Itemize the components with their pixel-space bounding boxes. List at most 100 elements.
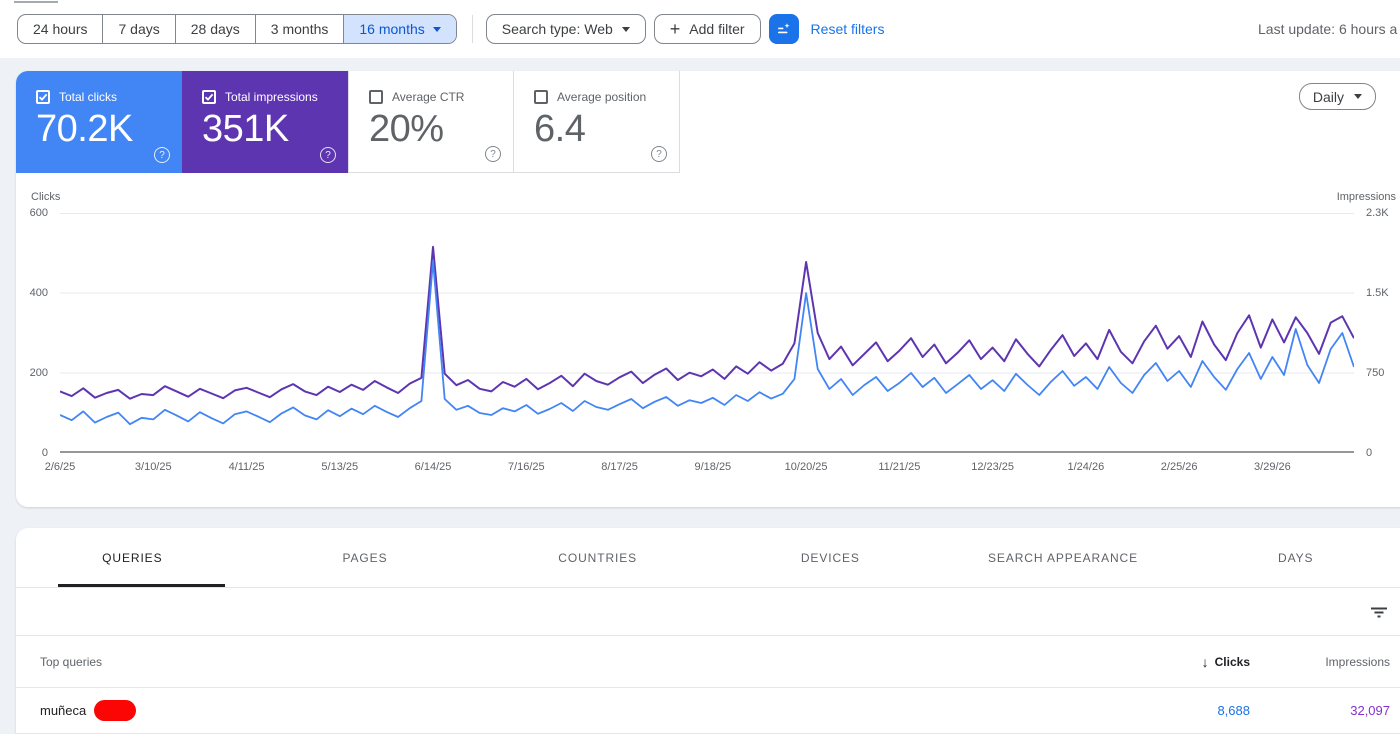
date-range-label: 3 months: [271, 21, 329, 37]
y-axis-tick: 600: [30, 207, 48, 219]
y-axis-tick: 400: [30, 287, 48, 299]
metric-value: 20%: [369, 108, 501, 151]
dimensions-panel: QUERIES PAGES COUNTRIES DEVICES SEARCH A…: [16, 528, 1400, 734]
reset-filters-button[interactable]: Reset filters: [811, 21, 885, 37]
x-axis-tick: 6/14/25: [415, 461, 452, 473]
column-header-clicks[interactable]: ↓ Clicks: [1130, 654, 1250, 670]
left-axis-title: Clicks: [31, 191, 60, 203]
average-position-card[interactable]: Average position 6.4 ?: [514, 71, 680, 173]
y-axis-tick: 750: [1366, 367, 1384, 379]
chart-lines: [60, 213, 1354, 453]
y-axis-tick: 2.3K: [1366, 207, 1389, 219]
column-header-queries[interactable]: Top queries: [40, 655, 1130, 669]
metric-label: Average CTR: [392, 90, 464, 104]
filters-toolbar: 24 hours 7 days 28 days 3 months 16 mont…: [0, 0, 1400, 58]
sort-descending-icon: ↓: [1202, 654, 1209, 670]
x-axis-tick: 5/13/25: [321, 461, 358, 473]
scrolled-content-remnant: [14, 1, 58, 3]
x-axis-tick: 2/25/26: [1161, 461, 1198, 473]
y-axis-tick: 0: [42, 447, 48, 459]
granularity-label: Daily: [1313, 89, 1344, 105]
tab-pages[interactable]: PAGES: [249, 528, 482, 587]
y-axis-tick: 1.5K: [1366, 287, 1389, 299]
total-impressions-card[interactable]: Total impressions 351K ?: [182, 71, 348, 173]
checkbox-checked-icon: [202, 90, 216, 104]
toolbar-divider: [472, 15, 473, 43]
chevron-down-icon: [433, 27, 441, 32]
x-axis-tick: 12/23/25: [971, 461, 1014, 473]
search-type-label: Search type: Web: [502, 21, 613, 37]
tab-days[interactable]: DAYS: [1179, 528, 1400, 587]
date-range-16-months[interactable]: 16 months: [344, 15, 455, 43]
date-range-label: 7 days: [118, 21, 159, 37]
date-range-24-hours[interactable]: 24 hours: [18, 15, 103, 43]
metric-label: Total impressions: [225, 90, 318, 104]
plus-icon: +: [670, 20, 681, 38]
date-range-3-months[interactable]: 3 months: [256, 15, 345, 43]
metric-cards-row: Total clicks 70.2K ? Total impressions 3…: [16, 71, 1400, 173]
query-text: muñeca: [40, 703, 86, 718]
chevron-down-icon: [622, 27, 630, 32]
tab-label: DEVICES: [801, 551, 860, 565]
column-header-label: Clicks: [1215, 655, 1250, 669]
column-header-impressions[interactable]: Impressions: [1250, 655, 1390, 669]
table-header-row: Top queries ↓ Clicks Impressions: [16, 636, 1400, 688]
tab-label: SEARCH APPEARANCE: [988, 551, 1138, 565]
tune-sparkle-icon: [775, 20, 793, 38]
checkbox-checked-icon: [36, 90, 50, 104]
dimension-tabs: QUERIES PAGES COUNTRIES DEVICES SEARCH A…: [16, 528, 1400, 588]
chevron-down-icon: [1354, 94, 1362, 99]
filter-list-icon[interactable]: [1370, 603, 1388, 621]
table-toolbar: [16, 588, 1400, 636]
date-range-28-days[interactable]: 28 days: [176, 15, 256, 43]
x-axis-tick: 1/24/26: [1068, 461, 1105, 473]
x-axis: 2/6/253/10/254/11/255/13/256/14/257/16/2…: [60, 461, 1354, 489]
tab-devices[interactable]: DEVICES: [714, 528, 947, 587]
average-ctr-card[interactable]: Average CTR 20% ?: [348, 71, 514, 173]
tab-label: QUERIES: [102, 551, 162, 565]
metric-value: 351K: [202, 108, 336, 151]
tab-search-appearance[interactable]: SEARCH APPEARANCE: [947, 528, 1180, 587]
metric-value: 70.2K: [36, 108, 170, 151]
right-axis-title: Impressions: [1337, 191, 1396, 203]
x-axis-tick: 3/10/25: [135, 461, 172, 473]
search-type-dropdown[interactable]: Search type: Web: [486, 14, 646, 44]
checkbox-unchecked-icon: [534, 90, 548, 104]
help-icon[interactable]: ?: [320, 147, 336, 163]
row-clicks-value: 8,688: [1130, 703, 1250, 718]
help-icon[interactable]: ?: [154, 147, 170, 163]
y-axis-tick: 200: [30, 367, 48, 379]
chart-plot-area: 600 400 200 0 2.3K 1.5K 750 0: [60, 213, 1354, 453]
performance-chart: Clicks Impressions 600 400 200 0 2.3K 1.…: [60, 213, 1354, 489]
total-clicks-card[interactable]: Total clicks 70.2K ?: [16, 71, 182, 173]
date-range-chip-group: 24 hours 7 days 28 days 3 months 16 mont…: [17, 14, 457, 44]
tab-label: PAGES: [343, 551, 388, 565]
granularity-dropdown[interactable]: Daily: [1299, 83, 1376, 110]
series-clicks: [60, 261, 1354, 424]
date-range-label: 28 days: [191, 21, 240, 37]
performance-panel: Total clicks 70.2K ? Total impressions 3…: [16, 71, 1400, 507]
help-icon[interactable]: ?: [651, 146, 667, 162]
redaction-overlay: [94, 700, 136, 721]
tab-countries[interactable]: COUNTRIES: [481, 528, 714, 587]
checkbox-unchecked-icon: [369, 90, 383, 104]
x-axis-tick: 7/16/25: [508, 461, 545, 473]
x-axis-tick: 10/20/25: [785, 461, 828, 473]
compare-filter-button[interactable]: [769, 14, 799, 44]
metric-label: Average position: [557, 90, 646, 104]
table-row[interactable]: muñeca 8,688 32,097: [16, 688, 1400, 734]
x-axis-tick: 11/21/25: [878, 461, 920, 473]
help-icon[interactable]: ?: [485, 146, 501, 162]
date-range-7-days[interactable]: 7 days: [103, 15, 175, 43]
x-axis-tick: 3/29/26: [1254, 461, 1291, 473]
series-impressions: [60, 247, 1354, 399]
x-axis-tick: 4/11/25: [229, 461, 265, 473]
add-filter-label: Add filter: [689, 21, 744, 37]
x-axis-tick: 9/18/25: [694, 461, 731, 473]
last-update-text: Last update: 6 hours a: [1258, 21, 1397, 37]
x-axis-tick: 8/17/25: [601, 461, 638, 473]
metric-label: Total clicks: [59, 90, 117, 104]
tab-queries[interactable]: QUERIES: [16, 528, 249, 587]
y-axis-tick: 0: [1366, 447, 1372, 459]
add-filter-button[interactable]: + Add filter: [654, 14, 761, 44]
